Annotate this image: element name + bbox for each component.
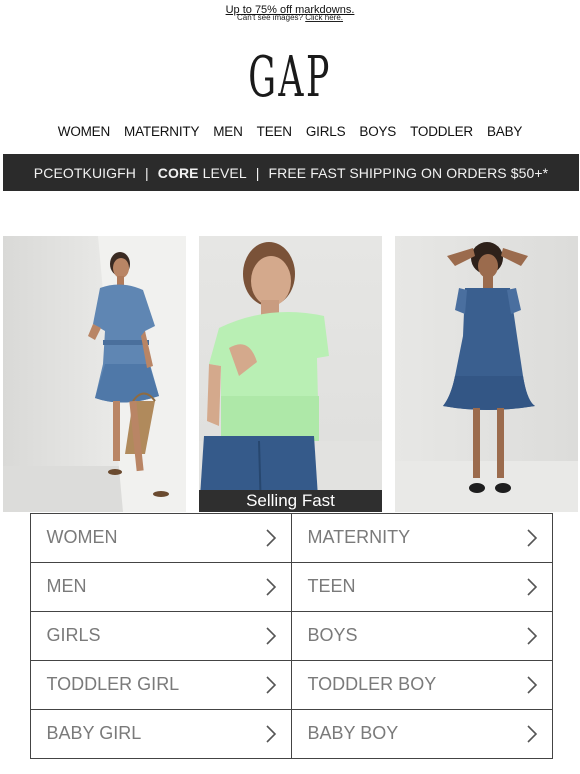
cant-see-images: Can't see images? Click here. <box>0 13 580 22</box>
nav-men[interactable]: MEN <box>206 124 249 139</box>
banner-separator-2: | <box>255 164 260 181</box>
category-baby-girl[interactable]: BABY GIRL <box>29 708 292 759</box>
category-label: GIRLS <box>46 625 101 645</box>
category-label: MATERNITY <box>307 527 411 547</box>
selling-fast-badge: Selling Fast <box>199 490 382 512</box>
chevron-right-icon <box>526 626 537 645</box>
chevron-right-icon <box>265 724 276 743</box>
gap-logo[interactable]: GAP <box>110 50 470 106</box>
nav-baby[interactable]: BABY <box>480 124 529 139</box>
chevron-right-icon <box>526 724 537 743</box>
category-label: BOYS <box>307 625 358 645</box>
chevron-right-icon <box>265 528 276 547</box>
top-nav: WOMEN MATERNITY MEN TEEN GIRLS BOYS TODD… <box>0 124 580 139</box>
cant-see-text: Can't see images? <box>236 13 303 22</box>
nav-maternity[interactable]: MATERNITY <box>117 124 206 139</box>
product-photo-mint-tee[interactable] <box>199 236 382 512</box>
category-teen[interactable]: TEEN <box>290 561 553 612</box>
banner-separator: | <box>145 164 149 181</box>
category-label: BABY BOY <box>307 723 399 743</box>
category-maternity[interactable]: MATERNITY <box>290 512 553 563</box>
category-grid: WOMEN MATERNITY MEN TEEN GIRLS BOYS TODD… <box>29 512 553 759</box>
category-men[interactable]: MEN <box>29 561 292 612</box>
rewards-level-suffix: LEVEL <box>202 164 247 181</box>
click-here-link[interactable]: Click here. <box>305 13 343 22</box>
category-toddler-boy[interactable]: TODDLER BOY <box>290 659 553 710</box>
chevron-right-icon <box>526 528 537 547</box>
nav-toddler[interactable]: TODDLER <box>403 124 480 139</box>
category-girls[interactable]: GIRLS <box>29 610 292 661</box>
nav-girls[interactable]: GIRLS <box>299 124 353 139</box>
nav-women[interactable]: WOMEN <box>51 124 117 139</box>
category-label: TODDLER BOY <box>307 674 437 694</box>
category-boys[interactable]: BOYS <box>290 610 553 661</box>
product-photo-smocked-dress[interactable] <box>395 236 578 512</box>
category-baby-boy[interactable]: BABY BOY <box>290 708 553 759</box>
category-toddler-girl[interactable]: TODDLER GIRL <box>29 659 292 710</box>
nav-teen[interactable]: TEEN <box>250 124 299 139</box>
rewards-banner[interactable]: PCEOTKUIGFH | CORE LEVEL | FREE FAST SHI… <box>3 154 579 191</box>
category-label: TEEN <box>307 576 356 596</box>
chevron-right-icon <box>265 626 276 645</box>
rewards-level-name: CORE <box>157 164 199 181</box>
chevron-right-icon <box>526 675 537 694</box>
category-label: WOMEN <box>46 527 118 547</box>
customer-id: PCEOTKUIGFH <box>33 164 137 181</box>
category-label: MEN <box>46 576 87 596</box>
category-women[interactable]: WOMEN <box>29 512 292 563</box>
chevron-right-icon <box>265 577 276 596</box>
category-label: TODDLER GIRL <box>46 674 180 694</box>
nav-boys[interactable]: BOYS <box>352 124 403 139</box>
category-label: BABY GIRL <box>46 723 142 743</box>
chevron-right-icon <box>265 675 276 694</box>
product-photo-denim-shirt-dress[interactable] <box>3 236 186 512</box>
shipping-offer: FREE FAST SHIPPING ON ORDERS $50+* <box>268 164 549 181</box>
chevron-right-icon <box>526 577 537 596</box>
